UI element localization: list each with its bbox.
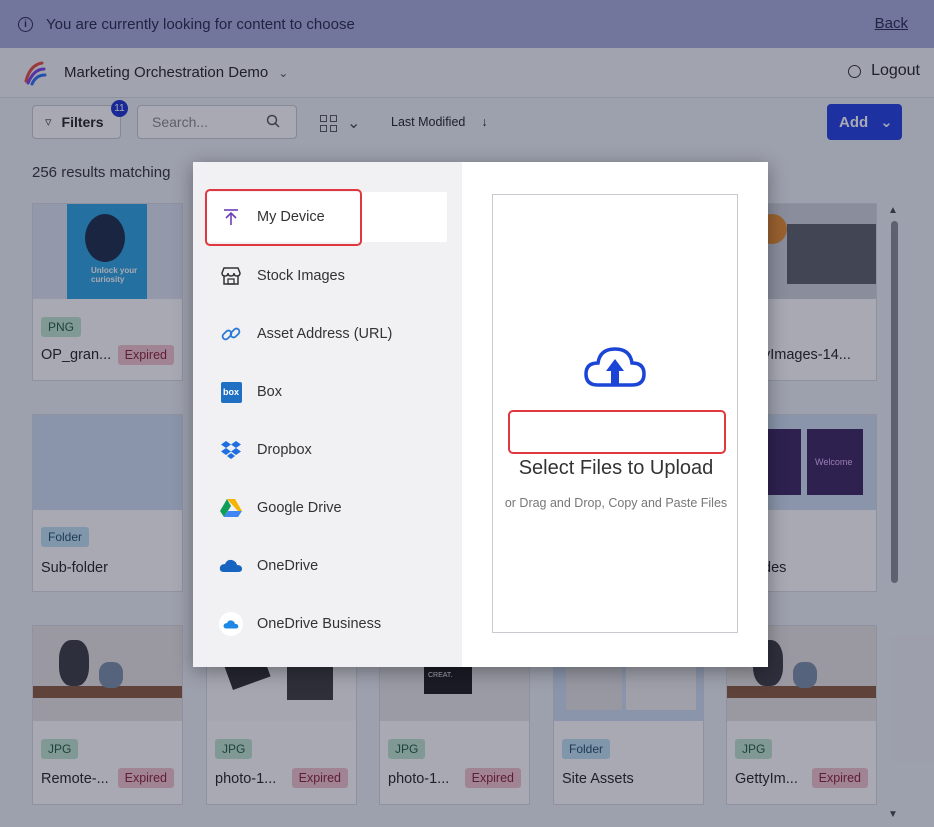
storefront-icon: [219, 264, 243, 288]
source-label: Asset Address (URL): [257, 326, 393, 342]
source-google-drive[interactable]: Google Drive: [205, 483, 447, 533]
source-label: Box: [257, 384, 282, 400]
source-label: Google Drive: [257, 500, 342, 516]
source-label: OneDrive Business: [257, 616, 382, 632]
select-files-button[interactable]: Select Files to Upload: [493, 457, 739, 480]
google-drive-logo-icon: [219, 496, 243, 520]
link-icon: [219, 322, 243, 346]
drop-hint: or Drag and Drop, Copy and Paste Files: [504, 496, 728, 510]
source-asset-url[interactable]: Asset Address (URL): [205, 309, 447, 359]
upload-source-dialog: My Device Stock Images Asset Address (UR…: [193, 162, 768, 667]
highlight-select-files: [508, 410, 726, 454]
box-logo-icon: box: [219, 380, 243, 404]
source-list: My Device Stock Images Asset Address (UR…: [193, 162, 462, 667]
onedrive-logo-icon: [219, 554, 243, 578]
source-onedrive-business[interactable]: OneDrive Business: [205, 599, 447, 649]
dropbox-logo-icon: [219, 438, 243, 462]
source-label: OneDrive: [257, 558, 319, 574]
source-label: Dropbox: [257, 442, 312, 458]
source-label: Stock Images: [257, 268, 345, 284]
source-box[interactable]: box Box: [205, 367, 447, 417]
onedrive-business-logo-icon: [219, 612, 243, 636]
source-onedrive[interactable]: OneDrive: [205, 541, 447, 591]
source-dropbox[interactable]: Dropbox: [205, 425, 447, 475]
highlight-my-device: [205, 189, 362, 246]
cloud-upload-icon[interactable]: [584, 345, 646, 389]
source-stock-images[interactable]: Stock Images: [205, 251, 447, 301]
